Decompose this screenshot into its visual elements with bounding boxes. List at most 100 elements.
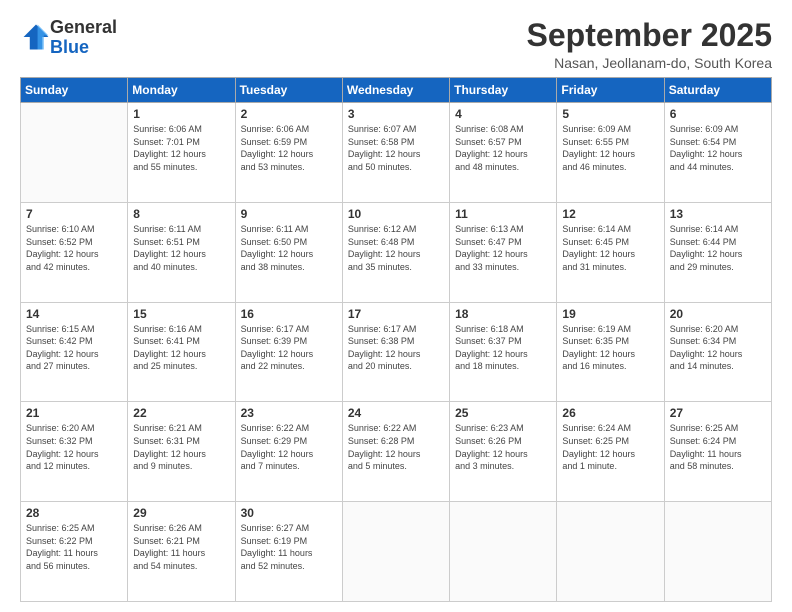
- day-info: Sunrise: 6:24 AM Sunset: 6:25 PM Dayligh…: [562, 422, 658, 472]
- weekday-header: Thursday: [450, 78, 557, 103]
- calendar-cell: 8 Sunrise: 6:11 AM Sunset: 6:51 PM Daylig…: [128, 202, 235, 302]
- title-block: September 2025 Nasan, Jeollanam-do, Sout…: [527, 18, 772, 71]
- calendar-cell: 4 Sunrise: 6:08 AM Sunset: 6:57 PM Daylig…: [450, 103, 557, 203]
- day-number: 16: [241, 307, 337, 321]
- calendar-cell: 13 Sunrise: 6:14 AM Sunset: 6:44 PM Dayli…: [664, 202, 771, 302]
- calendar-cell: 1 Sunrise: 6:06 AM Sunset: 7:01 PM Daylig…: [128, 103, 235, 203]
- day-number: 25: [455, 406, 551, 420]
- day-info: Sunrise: 6:19 AM Sunset: 6:35 PM Dayligh…: [562, 323, 658, 373]
- calendar-table: SundayMondayTuesdayWednesdayThursdayFrid…: [20, 77, 772, 602]
- calendar-cell: 28 Sunrise: 6:25 AM Sunset: 6:22 PM Dayli…: [21, 502, 128, 602]
- calendar-cell: 25Sunrise: 6:23 AM Sunset: 6:26 PM Dayli…: [450, 402, 557, 502]
- calendar-week-row: 7 Sunrise: 6:10 AM Sunset: 6:52 PM Daylig…: [21, 202, 772, 302]
- logo-text: General Blue: [50, 18, 117, 58]
- day-number: 13: [670, 207, 766, 221]
- day-info: Sunrise: 6:09 AM Sunset: 6:55 PM Dayligh…: [562, 123, 658, 173]
- weekday-header: Sunday: [21, 78, 128, 103]
- day-info: Sunrise: 6:20 AM Sunset: 6:34 PM Dayligh…: [670, 323, 766, 373]
- day-number: 8: [133, 207, 229, 221]
- day-number: 15: [133, 307, 229, 321]
- calendar-week-row: 14Sunrise: 6:15 AM Sunset: 6:42 PM Dayli…: [21, 302, 772, 402]
- day-number: 24: [348, 406, 444, 420]
- calendar-cell: 2 Sunrise: 6:06 AM Sunset: 6:59 PM Daylig…: [235, 103, 342, 203]
- calendar-cell: 10 Sunrise: 6:12 AM Sunset: 6:48 PM Dayli…: [342, 202, 449, 302]
- day-number: 9: [241, 207, 337, 221]
- day-number: 10: [348, 207, 444, 221]
- logo-icon: [22, 23, 50, 51]
- calendar-week-row: 28 Sunrise: 6:25 AM Sunset: 6:22 PM Dayli…: [21, 502, 772, 602]
- day-number: 4: [455, 107, 551, 121]
- day-number: 18: [455, 307, 551, 321]
- day-info: Sunrise: 6:18 AM Sunset: 6:37 PM Dayligh…: [455, 323, 551, 373]
- location: Nasan, Jeollanam-do, South Korea: [527, 55, 772, 71]
- calendar-cell: 23 Sunrise: 6:22 AM Sunset: 6:29 PM Dayli…: [235, 402, 342, 502]
- day-info: Sunrise: 6:09 AM Sunset: 6:54 PM Dayligh…: [670, 123, 766, 173]
- day-number: 19: [562, 307, 658, 321]
- day-number: 23: [241, 406, 337, 420]
- day-info: Sunrise: 6:11 AM Sunset: 6:51 PM Dayligh…: [133, 223, 229, 273]
- day-info: Sunrise: 6:26 AM Sunset: 6:21 PM Dayligh…: [133, 522, 229, 572]
- day-number: 28: [26, 506, 122, 520]
- day-info: Sunrise: 6:11 AM Sunset: 6:50 PM Dayligh…: [241, 223, 337, 273]
- weekday-header: Tuesday: [235, 78, 342, 103]
- calendar-cell: [664, 502, 771, 602]
- calendar-cell: 12 Sunrise: 6:14 AM Sunset: 6:45 PM Dayli…: [557, 202, 664, 302]
- day-info: Sunrise: 6:08 AM Sunset: 6:57 PM Dayligh…: [455, 123, 551, 173]
- day-info: Sunrise: 6:25 AM Sunset: 6:22 PM Dayligh…: [26, 522, 122, 572]
- calendar-cell: 19 Sunrise: 6:19 AM Sunset: 6:35 PM Dayli…: [557, 302, 664, 402]
- calendar-cell: 27 Sunrise: 6:25 AM Sunset: 6:24 PM Dayli…: [664, 402, 771, 502]
- page: General Blue September 2025 Nasan, Jeoll…: [0, 0, 792, 612]
- day-number: 26: [562, 406, 658, 420]
- weekday-header: Monday: [128, 78, 235, 103]
- calendar-cell: 18 Sunrise: 6:18 AM Sunset: 6:37 PM Dayli…: [450, 302, 557, 402]
- day-info: Sunrise: 6:14 AM Sunset: 6:45 PM Dayligh…: [562, 223, 658, 273]
- calendar-cell: [342, 502, 449, 602]
- weekday-header: Wednesday: [342, 78, 449, 103]
- day-info: Sunrise: 6:20 AM Sunset: 6:32 PM Dayligh…: [26, 422, 122, 472]
- day-number: 3: [348, 107, 444, 121]
- day-number: 27: [670, 406, 766, 420]
- month-title: September 2025: [527, 18, 772, 53]
- day-number: 11: [455, 207, 551, 221]
- calendar-cell: 20Sunrise: 6:20 AM Sunset: 6:34 PM Dayli…: [664, 302, 771, 402]
- calendar-cell: 3 Sunrise: 6:07 AM Sunset: 6:58 PM Daylig…: [342, 103, 449, 203]
- day-info: Sunrise: 6:07 AM Sunset: 6:58 PM Dayligh…: [348, 123, 444, 173]
- day-number: 22: [133, 406, 229, 420]
- day-info: Sunrise: 6:17 AM Sunset: 6:38 PM Dayligh…: [348, 323, 444, 373]
- day-number: 12: [562, 207, 658, 221]
- calendar-cell: 26 Sunrise: 6:24 AM Sunset: 6:25 PM Dayli…: [557, 402, 664, 502]
- calendar-header-row: SundayMondayTuesdayWednesdayThursdayFrid…: [21, 78, 772, 103]
- day-number: 7: [26, 207, 122, 221]
- day-info: Sunrise: 6:14 AM Sunset: 6:44 PM Dayligh…: [670, 223, 766, 273]
- day-number: 14: [26, 307, 122, 321]
- day-number: 17: [348, 307, 444, 321]
- day-number: 6: [670, 107, 766, 121]
- logo-blue: Blue: [50, 38, 117, 58]
- logo: General Blue: [20, 18, 117, 58]
- calendar-cell: 17 Sunrise: 6:17 AM Sunset: 6:38 PM Dayli…: [342, 302, 449, 402]
- day-info: Sunrise: 6:06 AM Sunset: 6:59 PM Dayligh…: [241, 123, 337, 173]
- day-info: Sunrise: 6:25 AM Sunset: 6:24 PM Dayligh…: [670, 422, 766, 472]
- calendar-cell: [21, 103, 128, 203]
- day-number: 5: [562, 107, 658, 121]
- day-number: 29: [133, 506, 229, 520]
- calendar-cell: [450, 502, 557, 602]
- day-info: Sunrise: 6:12 AM Sunset: 6:48 PM Dayligh…: [348, 223, 444, 273]
- logo-general: General: [50, 18, 117, 38]
- day-info: Sunrise: 6:22 AM Sunset: 6:29 PM Dayligh…: [241, 422, 337, 472]
- day-info: Sunrise: 6:10 AM Sunset: 6:52 PM Dayligh…: [26, 223, 122, 273]
- calendar-cell: 22Sunrise: 6:21 AM Sunset: 6:31 PM Dayli…: [128, 402, 235, 502]
- calendar-cell: 30Sunrise: 6:27 AM Sunset: 6:19 PM Dayli…: [235, 502, 342, 602]
- calendar-cell: 6 Sunrise: 6:09 AM Sunset: 6:54 PM Daylig…: [664, 103, 771, 203]
- day-number: 1: [133, 107, 229, 121]
- calendar-cell: 21Sunrise: 6:20 AM Sunset: 6:32 PM Dayli…: [21, 402, 128, 502]
- day-info: Sunrise: 6:22 AM Sunset: 6:28 PM Dayligh…: [348, 422, 444, 472]
- day-number: 2: [241, 107, 337, 121]
- day-info: Sunrise: 6:06 AM Sunset: 7:01 PM Dayligh…: [133, 123, 229, 173]
- calendar-cell: 9 Sunrise: 6:11 AM Sunset: 6:50 PM Daylig…: [235, 202, 342, 302]
- calendar-cell: 16Sunrise: 6:17 AM Sunset: 6:39 PM Dayli…: [235, 302, 342, 402]
- calendar-week-row: 21Sunrise: 6:20 AM Sunset: 6:32 PM Dayli…: [21, 402, 772, 502]
- calendar-cell: 29 Sunrise: 6:26 AM Sunset: 6:21 PM Dayli…: [128, 502, 235, 602]
- header: General Blue September 2025 Nasan, Jeoll…: [20, 18, 772, 71]
- calendar-cell: [557, 502, 664, 602]
